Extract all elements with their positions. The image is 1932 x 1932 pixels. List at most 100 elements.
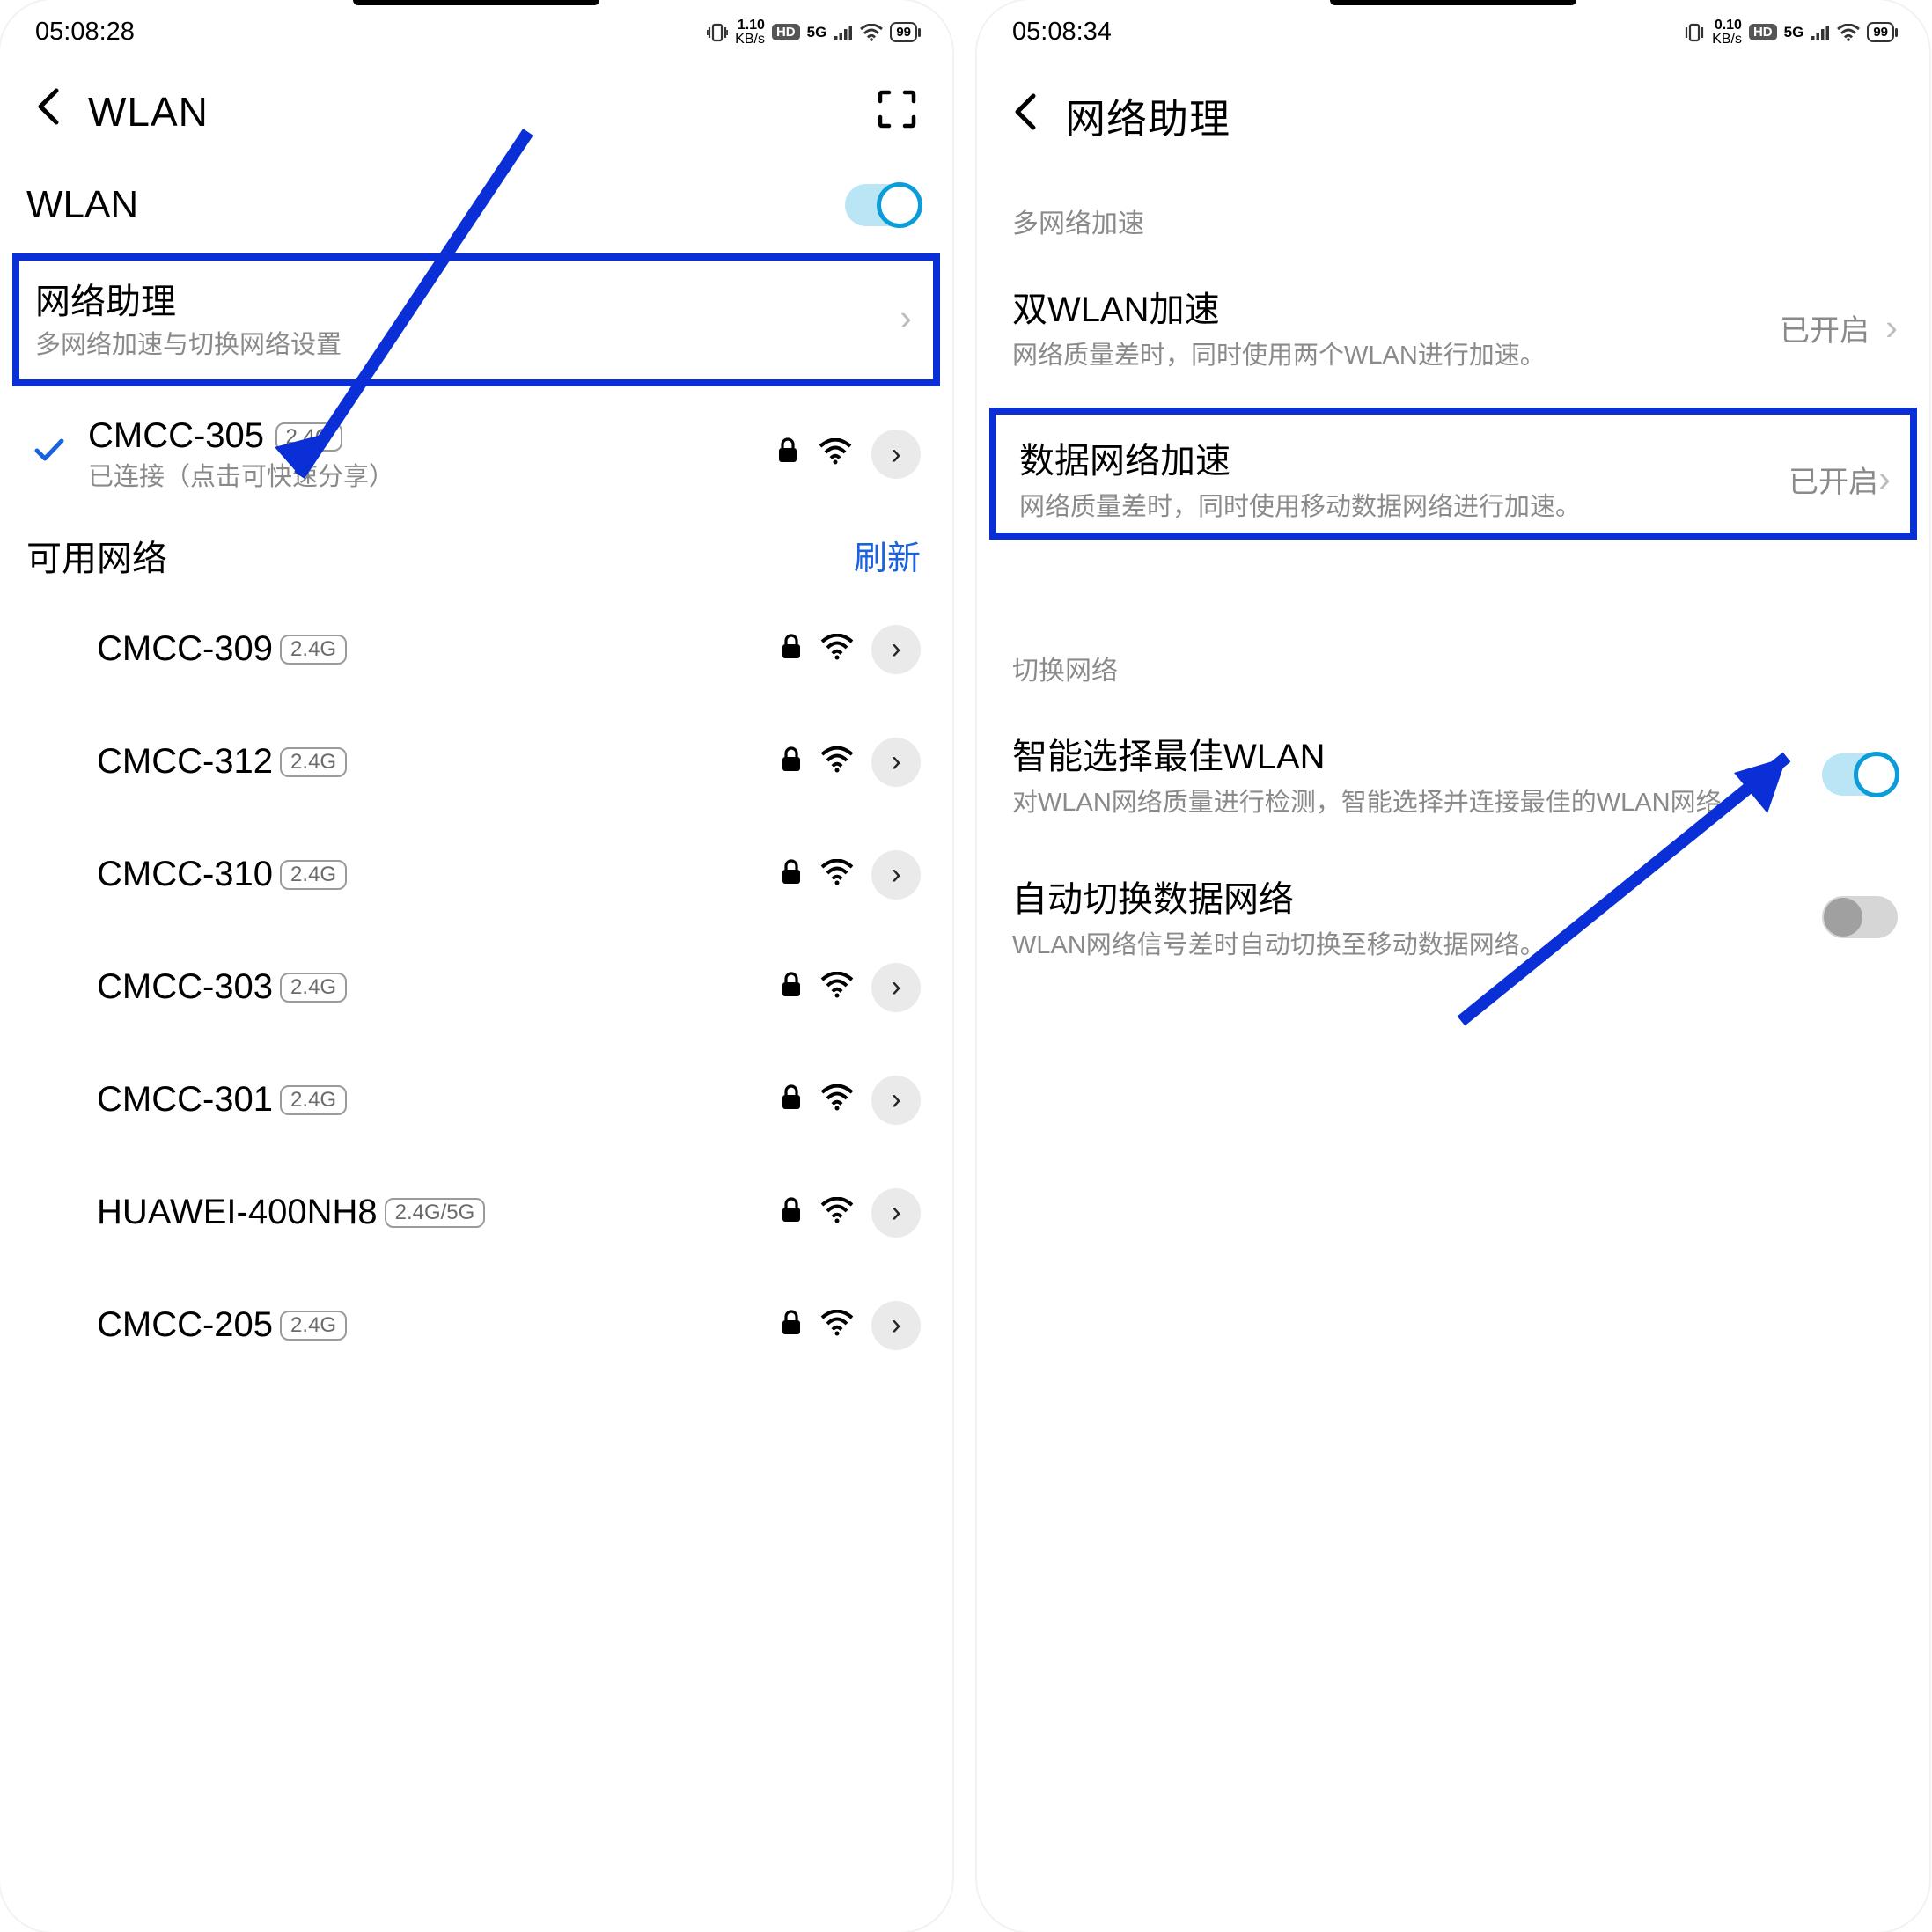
network-detail-button[interactable]: › <box>871 1188 921 1238</box>
network-row[interactable]: CMCC-3012.4G › <box>0 1044 952 1157</box>
network-detail-button[interactable]: › <box>871 625 921 674</box>
band-badge: 2.4G <box>280 1311 347 1341</box>
data-accel-status: 已开启 <box>1789 458 1878 501</box>
status-bar: 05:08:34 0.10 KB/s HD 5G 99 <box>977 5 1929 52</box>
network-row[interactable]: CMCC-3122.4G › <box>0 706 952 819</box>
band-badge: 2.4G <box>280 1085 347 1115</box>
wifi-status-icon <box>860 24 883 41</box>
network-name: CMCC-309 <box>97 629 273 669</box>
available-title: 可用网络 <box>26 530 167 581</box>
auto-switch-sub: WLAN网络信号差时自动切换至移动数据网络。 <box>1012 927 1806 964</box>
data-accel-sub: 网络质量差时，同时使用移动数据网络进行加速。 <box>1019 489 1789 525</box>
wlan-toggle[interactable] <box>845 184 921 226</box>
network-row[interactable]: CMCC-3092.4G › <box>0 593 952 706</box>
wifi-icon <box>820 1197 854 1228</box>
chevron-right-icon: › <box>1885 306 1898 349</box>
5g-label: 5G <box>807 24 827 41</box>
band-badge: 2.4G <box>280 635 347 665</box>
smart-wlan-sub: 对WLAN网络质量进行检测，智能选择并连接最佳的WLAN网络。 <box>1012 784 1806 821</box>
refresh-button[interactable]: 刷新 <box>854 531 921 579</box>
wifi-icon <box>820 746 854 777</box>
network-row[interactable]: CMCC-3032.4G › <box>0 931 952 1044</box>
wlan-label: WLAN <box>26 183 845 227</box>
network-name: CMCC-312 <box>97 742 273 782</box>
hd-badge: HD <box>772 24 800 40</box>
dual-wlan-status: 已开启 <box>1780 306 1870 349</box>
assistant-sub: 多网络加速与切换网络设置 <box>35 327 900 364</box>
lock-icon <box>780 1309 803 1341</box>
data-accel-row[interactable]: 数据网络加速 网络质量差时，同时使用移动数据网络进行加速。 已开启 › <box>989 408 1917 540</box>
lock-icon <box>776 437 799 472</box>
hd-badge: HD <box>1749 24 1777 40</box>
network-detail-button[interactable]: › <box>871 430 921 479</box>
band-badge: 2.4G <box>280 860 347 890</box>
network-name: HUAWEI-400NH8 <box>97 1193 378 1232</box>
connected-network-row[interactable]: CMCC-305 2.4G 已连接（点击可快速分享） › <box>0 386 952 509</box>
wifi-icon <box>819 436 852 473</box>
network-name: CMCC-205 <box>97 1305 273 1345</box>
lock-icon <box>780 1196 803 1229</box>
wifi-icon <box>820 1310 854 1341</box>
network-row[interactable]: CMCC-2052.4G › <box>0 1269 952 1382</box>
network-name: CMCC-310 <box>97 855 273 894</box>
auto-switch-toggle[interactable] <box>1822 896 1898 938</box>
right-phone-screen: 05:08:34 0.10 KB/s HD 5G 99 网络助理 多网络加速 <box>977 0 1929 1932</box>
lock-icon <box>780 858 803 891</box>
scan-icon[interactable] <box>877 89 917 134</box>
data-accel-title: 数据网络加速 <box>1019 432 1789 483</box>
dual-wlan-sub: 网络质量差时，同时使用两个WLAN进行加速。 <box>1012 337 1764 374</box>
smart-wlan-title: 智能选择最佳WLAN <box>1012 728 1806 779</box>
page-title: 网络助理 <box>1065 87 1894 145</box>
battery-indicator: 99 <box>1867 22 1894 42</box>
network-detail-button[interactable]: › <box>871 963 921 1012</box>
network-detail-button[interactable]: › <box>871 738 921 787</box>
vibrate-icon <box>707 23 728 42</box>
network-detail-button[interactable]: › <box>871 850 921 900</box>
smart-wlan-row: 智能选择最佳WLAN 对WLAN网络质量进行检测，智能选择并连接最佳的WLAN网… <box>977 703 1929 846</box>
check-icon <box>32 432 67 476</box>
wifi-icon <box>820 634 854 665</box>
status-bar: 05:08:28 1.10 KB/s HD 5G 99 <box>0 5 952 52</box>
signal-icon <box>834 24 853 41</box>
dual-wlan-row[interactable]: 双WLAN加速 网络质量差时，同时使用两个WLAN进行加速。 已开启 › <box>977 256 1929 399</box>
smart-wlan-toggle[interactable] <box>1822 753 1898 796</box>
available-header: 可用网络 刷新 <box>0 509 952 593</box>
wifi-icon <box>820 972 854 1003</box>
chevron-right-icon: › <box>900 297 912 339</box>
band-badge: 2.4G <box>275 422 342 452</box>
lock-icon <box>780 971 803 1003</box>
left-phone-screen: 05:08:28 1.10 KB/s HD 5G 99 WLAN <box>0 0 952 1932</box>
auto-switch-row: 自动切换数据网络 WLAN网络信号差时自动切换至移动数据网络。 <box>977 846 1929 988</box>
band-badge: 2.4G <box>280 747 347 777</box>
signal-icon <box>1811 24 1830 41</box>
band-badge: 2.4G <box>280 973 347 1003</box>
connected-sub: 已连接（点击可快速分享） <box>88 456 755 493</box>
lock-icon <box>780 633 803 665</box>
chevron-right-icon: › <box>1878 458 1891 500</box>
network-assistant-row[interactable]: 网络助理 多网络加速与切换网络设置 › <box>12 253 940 386</box>
network-detail-button[interactable]: › <box>871 1301 921 1350</box>
wifi-icon <box>820 1084 854 1115</box>
dual-wlan-title: 双WLAN加速 <box>1012 281 1764 332</box>
status-time: 05:08:34 <box>1012 18 1112 47</box>
network-row[interactable]: CMCC-3102.4G › <box>0 819 952 931</box>
network-name: CMCC-303 <box>97 967 273 1007</box>
back-icon[interactable] <box>1010 92 1040 141</box>
status-time: 05:08:28 <box>35 18 135 47</box>
net-speed: 1.10 KB/s <box>735 18 765 47</box>
connected-name: CMCC-305 <box>88 416 264 455</box>
auto-switch-title: 自动切换数据网络 <box>1012 871 1806 922</box>
band-badge: 2.4G/5G <box>385 1198 486 1228</box>
network-detail-button[interactable]: › <box>871 1076 921 1125</box>
battery-indicator: 99 <box>890 22 917 42</box>
network-row[interactable]: HUAWEI-400NH82.4G/5G › <box>0 1157 952 1269</box>
group-switch-network: 切换网络 <box>977 619 1929 703</box>
5g-label: 5G <box>1784 24 1804 41</box>
assistant-title: 网络助理 <box>35 273 900 324</box>
wifi-status-icon <box>1837 24 1860 41</box>
status-right: 0.10 KB/s HD 5G 99 <box>1684 18 1894 47</box>
page-header: 网络助理 <box>977 52 1929 172</box>
back-icon[interactable] <box>33 87 63 136</box>
status-right: 1.10 KB/s HD 5G 99 <box>707 18 917 47</box>
page-header: WLAN <box>0 52 952 162</box>
